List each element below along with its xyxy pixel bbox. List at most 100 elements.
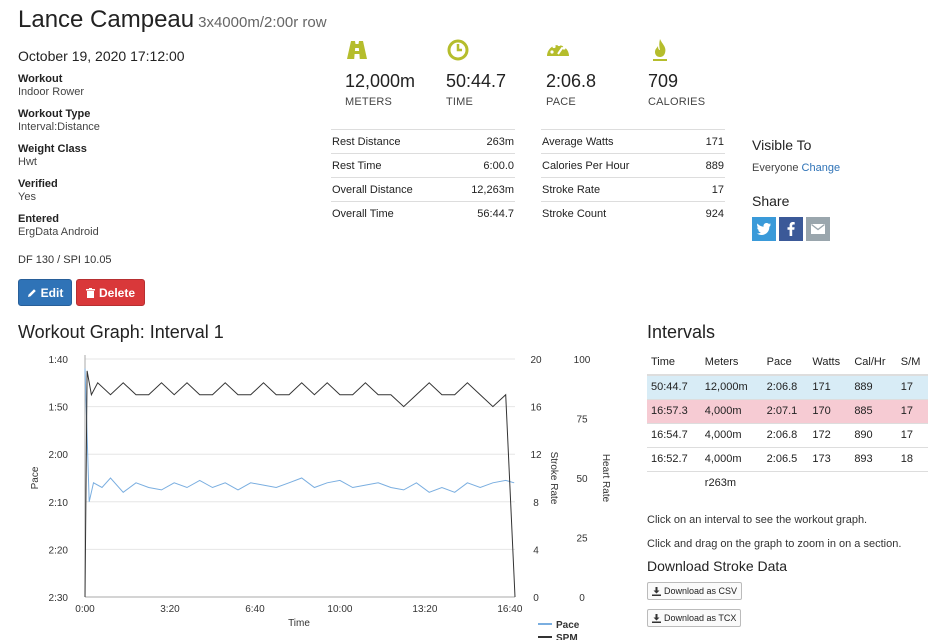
detail-row: Rest Time 6:00.0 [331, 153, 515, 178]
x-tick: 13:20 [412, 604, 437, 615]
detail-row: Overall Time 56:44.7 [331, 201, 515, 226]
info-value-entered: ErgData Android [18, 226, 99, 238]
intervals-header-row: Time Meters Pace Watts Cal/Hr S/M [647, 350, 928, 376]
detail-label: Rest Distance [331, 129, 451, 154]
col-sm: S/M [896, 350, 928, 376]
detail-value: 6:00.0 [450, 153, 515, 178]
detail-row: Average Watts 171 [541, 129, 725, 154]
y-left-tick: 1:40 [49, 355, 69, 366]
detail-label: Calories Per Hour [541, 153, 691, 178]
col-time: Time [647, 350, 701, 376]
cell-pace: 2:06.5 [762, 447, 809, 472]
download-tcx-button[interactable]: Download as TCX [647, 609, 742, 627]
col-calhr: Cal/Hr [850, 350, 897, 376]
email-icon [811, 224, 825, 234]
x-tick: 16:40 [497, 604, 522, 615]
dashboard-icon [547, 42, 569, 56]
y-right-hr-label: Heart Rate [600, 454, 611, 503]
detail-value: 56:44.7 [450, 201, 515, 226]
road-icon [347, 41, 367, 59]
cell-watts: 172 [808, 423, 851, 448]
y-right-stroke-tick: 8 [533, 498, 539, 509]
cell-time: 50:44.7 [647, 375, 701, 400]
detail-label: Overall Time [331, 201, 451, 226]
info-label-weight-class: Weight Class [18, 143, 87, 155]
info-value-workout: Indoor Rower [18, 86, 85, 98]
stat-pace: 2:06.8 PACE [546, 38, 596, 108]
page-title: Lance Campeau 3x4000m/2:00r row [18, 6, 327, 34]
download-tcx-label: Download as TCX [664, 613, 737, 623]
workout-chart[interactable]: 1:40 1:50 2:00 2:10 2:20 2:30 20 16 12 8 4 0 100 75 50… [18, 345, 618, 640]
cell-sm: 17 [896, 375, 928, 400]
interval-row-3[interactable]: 16:52.7 4,000m 2:06.5 173 893 18 [647, 447, 928, 472]
y-right-stroke-tick: 20 [530, 355, 542, 366]
interval-row-2[interactable]: 16:54.7 4,000m 2:06.8 172 890 17 [647, 423, 928, 448]
detail-row: Stroke Count 924 [541, 201, 725, 226]
download-heading: Download Stroke Data [647, 558, 788, 574]
y-left-tick: 2:20 [49, 545, 69, 556]
cell-meters: 4,000m [700, 423, 763, 448]
clock-icon [447, 39, 469, 61]
workout-subtitle: 3x4000m/2:00r row [198, 14, 327, 31]
cell-watts: 173 [808, 447, 851, 472]
cell-rest: r263m [704, 477, 736, 490]
y-right-hr-tick: 50 [576, 474, 588, 485]
interval-rest-row: r263m [647, 471, 928, 495]
stat-pace-unit: PACE [546, 96, 576, 108]
facebook-icon [787, 222, 795, 236]
workout-date: October 19, 2020 17:12:00 [18, 48, 185, 64]
cell-pace: 2:07.1 [762, 399, 809, 424]
delete-button[interactable]: Delete [76, 279, 145, 306]
y-left-axis-label: Pace [30, 466, 41, 489]
download-csv-button[interactable]: Download as CSV [647, 582, 743, 600]
cell-calhr: 889 [850, 375, 897, 400]
details-right-table: Average Watts 171 Calories Per Hour 889 St… [541, 129, 725, 226]
detail-row: Rest Distance 263m [331, 129, 515, 154]
download-icon [652, 586, 661, 596]
cell-pace: 2:06.8 [762, 375, 809, 400]
edit-label: Edit [40, 285, 64, 300]
share-facebook-button[interactable] [779, 217, 803, 241]
info-label-workout: Workout [18, 73, 63, 85]
cell-meters: 4,000m [700, 399, 763, 424]
y-right-hr-tick: 100 [574, 355, 591, 366]
cell-sm: 17 [896, 399, 928, 424]
stat-time-unit: TIME [446, 96, 474, 108]
y-right-hr-tick: 0 [579, 593, 585, 604]
share-email-button[interactable] [806, 217, 830, 241]
legend-label: Pace [556, 620, 580, 631]
pencil-icon [27, 288, 36, 297]
interval-row-1[interactable]: 16:57.3 4,000m 2:07.1 170 885 17 [647, 399, 928, 424]
interval-row-total[interactable]: 50:44.7 12,000m 2:06.8 171 889 17 [647, 375, 928, 400]
detail-label: Overall Distance [331, 177, 451, 202]
cell-calhr: 885 [850, 399, 897, 424]
stat-calories-unit: CALORIES [648, 96, 706, 108]
y-right-stroke-tick: 4 [533, 545, 539, 556]
edit-button[interactable]: Edit [18, 279, 72, 306]
cell-time: 16:54.7 [647, 423, 701, 448]
intervals-table: Time Meters Pace Watts Cal/Hr S/M 50:44.… [647, 350, 928, 495]
y-right-stroke-tick: 12 [530, 450, 542, 461]
cell-watts: 170 [808, 399, 851, 424]
cell-sm: 18 [896, 447, 928, 472]
x-tick: 10:00 [327, 604, 352, 615]
y-right-stroke-label: Stroke Rate [548, 452, 559, 505]
y-right-stroke-tick: 16 [530, 403, 542, 414]
x-tick: 6:40 [245, 604, 265, 615]
x-axis-label: Time [288, 618, 310, 629]
y-right-hr-tick: 75 [576, 415, 588, 426]
detail-label: Average Watts [541, 129, 691, 154]
y-left-tick: 2:30 [49, 593, 69, 604]
stat-time: 50:44.7 TIME [446, 38, 506, 108]
detail-label: Stroke Rate [541, 177, 691, 202]
col-meters: Meters [700, 350, 763, 376]
cell-empty [897, 471, 928, 495]
cell-watts: 171 [808, 375, 851, 400]
change-visibility-link[interactable]: Change [802, 162, 841, 174]
intervals-heading: Intervals [647, 322, 716, 342]
stat-calories: 709 CALORIES [648, 38, 705, 108]
stat-pace-value: 2:06.8 [546, 71, 597, 91]
df-spi: DF 130 / SPI 10.05 [18, 254, 112, 266]
share-twitter-button[interactable] [752, 217, 776, 241]
workout-info: Workout Indoor Rower Workout Type Interv… [18, 73, 198, 248]
